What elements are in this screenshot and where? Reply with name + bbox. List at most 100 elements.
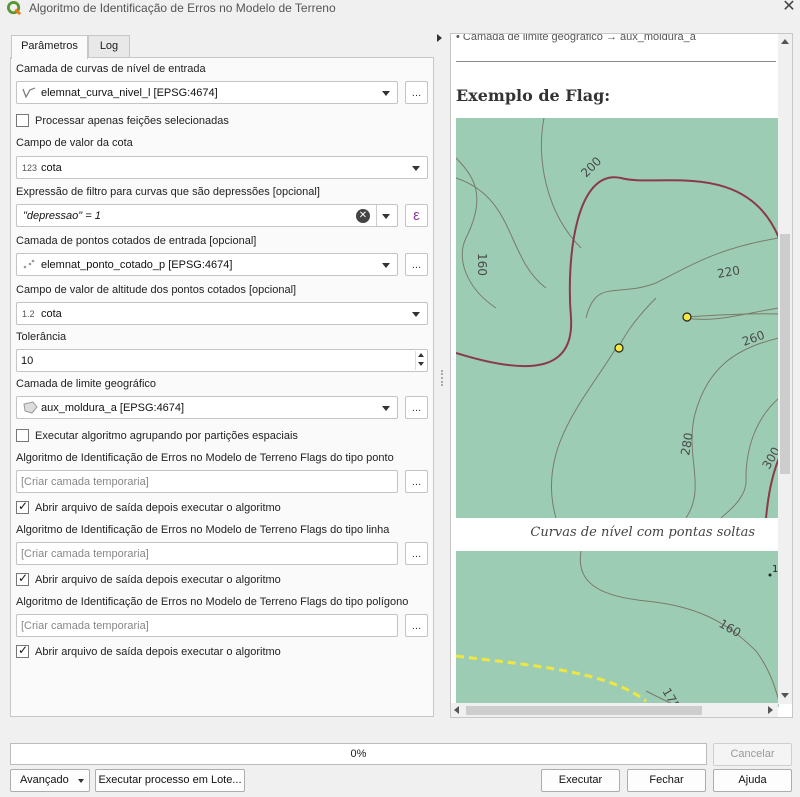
partition-label: Executar algoritmo agrupando por partiçõ…	[35, 430, 298, 442]
output-line-input[interactable]: [Criar camada temporaria]	[16, 542, 398, 565]
output-polygon-label: Algoritmo de Identificação de Erros no M…	[16, 596, 409, 608]
open-polygon-label: Abrir arquivo de saída depois executar o…	[35, 646, 281, 658]
chevron-down-icon	[382, 406, 390, 411]
spot-layer-browse-button[interactable]: …	[405, 253, 428, 276]
partition-checkbox[interactable]	[16, 429, 29, 442]
tolerance-value: 10	[21, 355, 34, 367]
integer-field-icon: 123	[22, 163, 38, 173]
spot-field-combo[interactable]: 1.2 cota	[16, 302, 428, 325]
spin-up-icon[interactable]	[418, 353, 424, 357]
frame-layer-browse-button[interactable]: …	[405, 396, 428, 419]
filter-expression-value: "depressao" = 1	[23, 210, 101, 222]
cancel-button[interactable]: Cancelar	[713, 743, 792, 766]
spot-layer-label: Camada de pontos cotados de entrada [opc…	[16, 235, 257, 247]
output-line-placeholder: [Criar camada temporaria]	[21, 548, 149, 560]
chevron-down-icon	[412, 166, 420, 171]
splitter-handle[interactable]	[441, 370, 443, 386]
title-bar: Algoritmo de Identificação de Erros no M…	[0, 0, 800, 17]
filter-expression-input[interactable]: "depressao" = 1 ✕	[16, 204, 398, 227]
chevron-down-icon	[412, 312, 420, 317]
flag-point	[614, 343, 624, 353]
scrollbar-thumb[interactable]	[466, 706, 702, 715]
open-line-label: Abrir arquivo de saída depois executar o…	[35, 574, 281, 586]
open-point-label: Abrir arquivo de saída depois executar o…	[35, 502, 281, 514]
output-polygon-browse-button[interactable]: …	[405, 614, 428, 637]
polygon-layer-icon	[23, 401, 38, 414]
output-point-placeholder: [Criar camada temporaria]	[21, 476, 149, 488]
selected-only-checkbox[interactable]	[16, 114, 29, 127]
height-field-value: cota	[41, 162, 62, 174]
decimal-field-icon: 1.2	[22, 309, 35, 319]
frame-layer-label: Camada de limite geográfico	[16, 378, 157, 390]
tab-parameters[interactable]: Parâmetros	[11, 35, 88, 59]
spin-down-icon[interactable]	[418, 362, 424, 366]
help-frame-info: • Camada de limite geográfico → aux_mold…	[456, 33, 696, 43]
height-field-label: Campo de valor da cota	[16, 137, 133, 149]
output-polygon-input[interactable]: [Criar camada temporaria]	[16, 614, 398, 637]
scroll-left-icon[interactable]	[454, 706, 459, 714]
frame-layer-value: aux_moldura_a [EPSG:4674]	[41, 402, 185, 414]
help-heading: Exemplo de Flag:	[456, 86, 611, 105]
contour-label: 160	[475, 253, 489, 276]
example-map-image-2: 160 175 16	[456, 551, 779, 707]
map-caption: Curvas de nível com pontas soltas	[456, 519, 779, 550]
collapse-panel-icon[interactable]	[437, 34, 442, 42]
map-caption-text: Curvas de nível com pontas soltas	[530, 525, 755, 540]
output-line-browse-button[interactable]: …	[405, 542, 428, 565]
progress-text: 0%	[350, 748, 367, 760]
checkmark-icon: ✓	[18, 643, 29, 657]
output-line-label: Algoritmo de Identificação de Erros no M…	[16, 524, 390, 536]
point-layer-icon	[23, 259, 35, 269]
chevron-down-icon	[78, 779, 84, 783]
divider	[376, 205, 377, 226]
spot-layer-combo[interactable]: elemnat_ponto_cotado_p [EPSG:4674]	[16, 253, 398, 276]
help-horizontal-scrollbar[interactable]	[451, 703, 778, 717]
height-field-combo[interactable]: 123 cota	[16, 156, 428, 179]
window-close-icon[interactable]: ✕	[778, 0, 800, 16]
chevron-down-icon	[382, 263, 390, 268]
tolerance-label: Tolerância	[16, 331, 67, 343]
spot-field-value: cota	[41, 308, 62, 320]
open-polygon-checkbox[interactable]: ✓	[16, 643, 29, 658]
contour-layer-label: Camada de curvas de nível de entrada	[16, 63, 206, 75]
line-layer-icon	[22, 87, 36, 99]
open-line-checkbox[interactable]: ✓	[16, 571, 29, 586]
filter-expression-label: Expressão de filtro para curvas que são …	[16, 186, 320, 198]
close-button[interactable]: Fechar	[627, 769, 706, 792]
window-title: Algoritmo de Identificação de Erros no M…	[29, 1, 336, 15]
qgis-logo-icon	[7, 1, 22, 16]
scroll-up-icon[interactable]	[781, 39, 789, 44]
spot-layer-value: elemnat_ponto_cotado_p [EPSG:4674]	[41, 259, 233, 271]
tolerance-spinbox[interactable]: 10	[16, 349, 428, 372]
checkmark-icon: ✓	[18, 499, 29, 513]
run-button[interactable]: Executar	[541, 769, 620, 792]
selected-only-label: Processar apenas feições selecionadas	[35, 115, 229, 127]
help-vertical-scrollbar[interactable]	[778, 34, 792, 704]
example-map-image: 200 160 220 260 280 300	[456, 118, 779, 518]
chevron-down-icon[interactable]	[382, 214, 390, 219]
clear-icon[interactable]: ✕	[356, 209, 370, 223]
advanced-button[interactable]: Avançado	[10, 769, 90, 792]
advanced-label: Avançado	[20, 774, 69, 786]
spin-buttons	[415, 351, 426, 370]
help-button[interactable]: Ajuda	[713, 769, 792, 792]
output-point-browse-button[interactable]: …	[405, 470, 428, 493]
expression-builder-button[interactable]: ε	[405, 204, 428, 227]
output-point-input[interactable]: [Criar camada temporaria]	[16, 470, 398, 493]
flag-point	[682, 312, 692, 322]
scroll-down-icon[interactable]	[781, 693, 789, 698]
output-polygon-placeholder: [Criar camada temporaria]	[21, 620, 149, 632]
frame-layer-combo[interactable]: aux_moldura_a [EPSG:4674]	[16, 396, 398, 419]
spot-field-label: Campo de valor de altitude dos pontos co…	[16, 284, 297, 296]
contour-layer-browse-button[interactable]: …	[405, 81, 428, 104]
scroll-right-icon[interactable]	[768, 706, 773, 714]
divider	[456, 61, 776, 62]
checkmark-icon: ✓	[18, 571, 29, 585]
contour-layer-value: elemnat_curva_nivel_l [EPSG:4674]	[41, 87, 218, 99]
tab-log[interactable]: Log	[88, 35, 130, 58]
batch-process-button[interactable]: Executar processo em Lote...	[95, 769, 245, 792]
scrollbar-thumb[interactable]	[780, 234, 790, 474]
help-panel: • Camada de limite geográfico → aux_mold…	[450, 33, 793, 718]
contour-layer-combo[interactable]: elemnat_curva_nivel_l [EPSG:4674]	[16, 81, 398, 104]
open-point-checkbox[interactable]: ✓	[16, 499, 29, 514]
